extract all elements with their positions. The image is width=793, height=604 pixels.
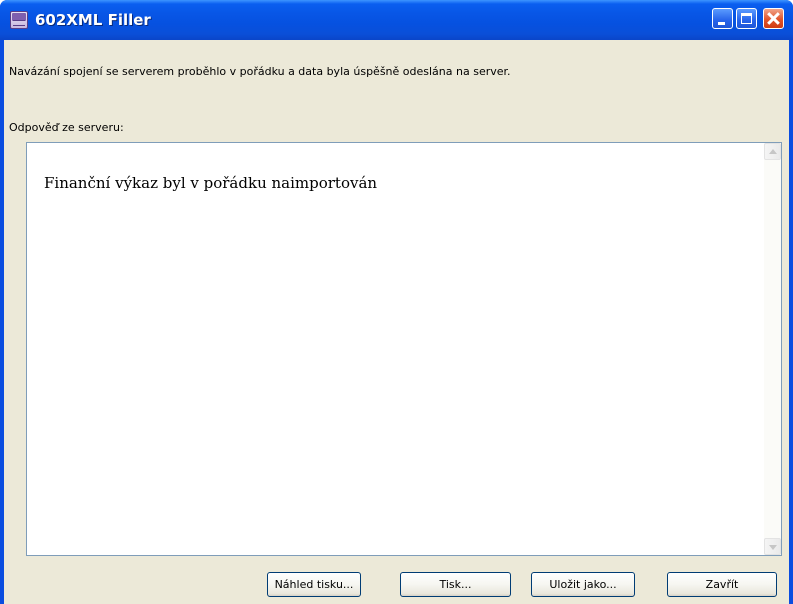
close-button[interactable]: Zavřít	[667, 572, 777, 597]
title-bar[interactable]: 602XML Filler	[0, 0, 793, 40]
print-button[interactable]: Tisk...	[400, 572, 511, 597]
window-title: 602XML Filler	[35, 11, 151, 29]
chevron-down-icon	[769, 545, 777, 550]
chevron-up-icon	[769, 149, 777, 154]
scroll-down-button[interactable]	[764, 538, 781, 555]
maximize-button[interactable]	[736, 8, 757, 29]
save-as-button[interactable]: Uložit jako...	[531, 572, 635, 597]
response-label: Odpověď ze serveru:	[9, 121, 124, 134]
server-response-textarea[interactable]: Finanční výkaz byl v pořádku naimportová…	[26, 142, 782, 556]
status-message: Navázání spojení se serverem proběhlo v …	[9, 65, 511, 78]
close-icon	[766, 11, 781, 26]
server-response-text: Finanční výkaz byl v pořádku naimportová…	[44, 174, 378, 192]
close-window-button[interactable]	[763, 8, 784, 29]
maximize-icon	[741, 13, 752, 24]
vertical-scrollbar[interactable]	[764, 143, 781, 555]
dialog-body: Navázání spojení se serverem proběhlo v …	[4, 40, 789, 604]
dialog-window: 602XML Filler Navázání spojení se server…	[0, 0, 793, 604]
minimize-button[interactable]	[712, 8, 733, 29]
print-preview-button[interactable]: Náhled tisku...	[267, 572, 361, 597]
scroll-up-button[interactable]	[764, 143, 781, 160]
602xml-app-icon[interactable]	[10, 11, 28, 29]
minimize-icon	[718, 22, 725, 25]
